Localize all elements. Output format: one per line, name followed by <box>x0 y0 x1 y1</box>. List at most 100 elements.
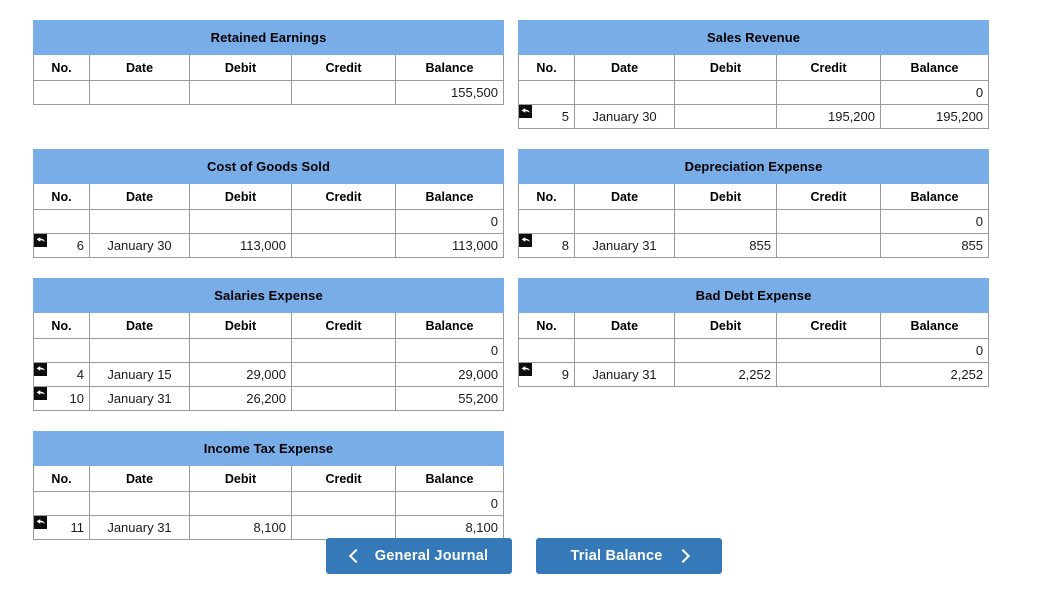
trial-balance-button[interactable]: Trial Balance <box>536 538 722 574</box>
column-header-credit: Credit <box>776 312 881 339</box>
column-header-no: No. <box>33 312 90 339</box>
cell-date: January 15 <box>89 362 190 387</box>
cell-date <box>89 338 190 363</box>
cell-balance: 113,000 <box>394 233 505 258</box>
column-header-no: No. <box>33 465 90 492</box>
cell-credit <box>776 338 881 363</box>
cell-no: 11 <box>33 515 90 540</box>
trial-balance-button-label: Trial Balance <box>570 548 663 564</box>
ledger-cell-slot: Bad Debt Expense No. Date Debit Credit Balanc… <box>517 278 990 387</box>
undo-arrow-icon[interactable] <box>34 387 47 400</box>
cell-debit <box>674 209 777 234</box>
cell-date <box>89 491 190 516</box>
cell-balance: 0 <box>879 80 990 105</box>
column-header-row: No. Date Debit Credit Balance <box>518 312 990 339</box>
table-row: 0 <box>518 209 990 234</box>
cell-balance: 55,200 <box>394 386 505 411</box>
column-header-row: No. Date Debit Credit Balance <box>33 465 505 492</box>
cell-no: 4 <box>33 362 90 387</box>
column-header-no: No. <box>518 54 575 81</box>
column-header-credit: Credit <box>291 312 396 339</box>
column-header-no: No. <box>33 54 90 81</box>
cell-no <box>33 338 90 363</box>
cell-date: January 30 <box>89 233 190 258</box>
column-header-row: No. Date Debit Credit Balance <box>33 312 505 339</box>
cell-balance: 0 <box>879 338 990 363</box>
cell-credit <box>291 338 396 363</box>
table-row: 4 January 15 29,000 29,000 <box>33 362 505 387</box>
cell-no: 6 <box>33 233 90 258</box>
ledger-account-table: Income Tax Expense No. Date Debit Credit Bala… <box>32 431 505 540</box>
column-header-balance: Balance <box>394 183 505 210</box>
column-header-balance: Balance <box>879 54 990 81</box>
column-header-debit: Debit <box>674 312 777 339</box>
cell-date <box>574 80 675 105</box>
cell-credit <box>291 386 396 411</box>
cell-date: January 30 <box>574 104 675 129</box>
column-header-no: No. <box>518 312 575 339</box>
cell-credit <box>291 491 396 516</box>
account-title: Bad Debt Expense <box>517 278 990 313</box>
table-row: 0 <box>33 209 505 234</box>
cell-no: 5 <box>518 104 575 129</box>
cell-balance: 195,200 <box>879 104 990 129</box>
column-header-balance: Balance <box>395 54 504 81</box>
table-row: 155,500 <box>33 80 504 105</box>
account-title: Cost of Goods Sold <box>32 149 505 184</box>
cell-balance: 0 <box>394 338 505 363</box>
column-header-debit: Debit <box>189 54 292 81</box>
cell-debit: 2,252 <box>674 362 777 387</box>
cell-balance: 29,000 <box>394 362 505 387</box>
table-row: 9 January 31 2,252 2,252 <box>518 362 990 387</box>
undo-arrow-icon[interactable] <box>519 105 532 118</box>
cell-no: 10 <box>33 386 90 411</box>
undo-arrow-icon[interactable] <box>519 363 532 376</box>
ledger-cell-slot: Income Tax Expense No. Date Debit Credit Bala… <box>32 431 505 540</box>
column-header-row: No. Date Debit Credit Balance <box>33 54 504 81</box>
cell-no <box>518 209 575 234</box>
column-header-balance: Balance <box>879 312 990 339</box>
cell-no <box>33 209 90 234</box>
general-journal-button[interactable]: General Journal <box>326 538 512 574</box>
column-header-balance: Balance <box>879 183 990 210</box>
column-header-credit: Credit <box>776 183 881 210</box>
cell-credit <box>291 362 396 387</box>
ledger-row: Income Tax Expense No. Date Debit Credit Bala… <box>32 431 988 540</box>
table-row: 0 <box>518 338 990 363</box>
cell-credit <box>291 233 396 258</box>
cell-credit: 195,200 <box>776 104 881 129</box>
cell-no: 8 <box>518 233 575 258</box>
cell-date <box>89 209 190 234</box>
ledger-row: Retained Earnings No. Date Debit Credit Balan… <box>33 20 990 129</box>
undo-arrow-icon[interactable] <box>34 234 47 247</box>
cell-credit <box>776 362 881 387</box>
undo-arrow-icon[interactable] <box>34 363 47 376</box>
cell-debit <box>674 104 777 129</box>
cell-date: January 31 <box>574 362 675 387</box>
column-header-credit: Credit <box>291 465 396 492</box>
general-journal-button-label: General Journal <box>374 548 489 564</box>
column-header-debit: Debit <box>674 183 777 210</box>
cell-no <box>518 338 575 363</box>
column-header-date: Date <box>89 312 190 339</box>
column-header-credit: Credit <box>291 54 396 81</box>
column-header-debit: Debit <box>189 465 292 492</box>
ledger-cell-slot: Salaries Expense No. Date Debit Credit Balanc… <box>32 278 505 411</box>
ledger-account-table: Retained Earnings No. Date Debit Credit Balan… <box>33 20 504 105</box>
undo-arrow-icon[interactable] <box>34 516 47 529</box>
cell-debit: 113,000 <box>189 233 292 258</box>
cell-balance: 2,252 <box>879 362 990 387</box>
column-header-row: No. Date Debit Credit Balance <box>518 183 990 210</box>
cell-date <box>574 338 675 363</box>
ledger-account-table: Depreciation Expense No. Date Debit Credit Ba… <box>517 149 990 258</box>
account-title: Retained Earnings <box>33 20 504 55</box>
table-row: 5 January 30 195,200 195,200 <box>518 104 990 129</box>
column-header-balance: Balance <box>394 312 505 339</box>
cell-no <box>33 80 90 105</box>
ledger-account-table: Sales Revenue No. Date Debit Credit Balance 0 5… <box>517 20 990 129</box>
cell-balance: 0 <box>394 209 505 234</box>
column-header-date: Date <box>89 183 190 210</box>
undo-arrow-icon[interactable] <box>519 234 532 247</box>
cell-no <box>518 80 575 105</box>
ledger-account-table: Bad Debt Expense No. Date Debit Credit Balanc… <box>517 278 990 387</box>
